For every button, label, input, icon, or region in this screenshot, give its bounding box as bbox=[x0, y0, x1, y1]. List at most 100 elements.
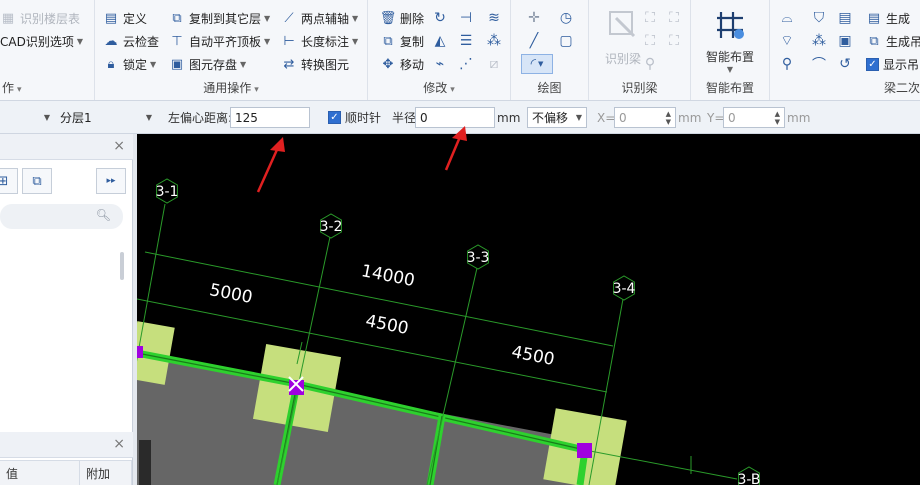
axis-bubble: 3-B bbox=[737, 466, 761, 485]
chevron-down-icon: ▼ bbox=[352, 13, 359, 23]
smart-layout-button[interactable]: 智能布置 ▼ bbox=[695, 4, 765, 78]
move-button[interactable]: ✥ 移动 bbox=[380, 54, 424, 74]
axis-bubble: 3-1 bbox=[156, 178, 179, 204]
break-icon[interactable]: ⌁ bbox=[429, 54, 451, 74]
cad-options-label: CAD识别选项 bbox=[0, 34, 74, 49]
identify-floor-table-button[interactable]: ▦ 识别楼层表 bbox=[0, 8, 80, 28]
dimension-button[interactable]: ⊢ 长度标注 ▼ bbox=[281, 31, 358, 51]
group-title-layer: 作 ▾ bbox=[2, 81, 22, 95]
clockwise-checkbox[interactable]: ✓ 顺时针 bbox=[328, 107, 381, 128]
axis-label: 3-B bbox=[737, 472, 760, 485]
copy-to-layer-button[interactable]: ⧉ 复制到其它层 ▼ bbox=[169, 8, 270, 28]
x-spinner[interactable]: 0 ▲ ▼ bbox=[614, 107, 676, 128]
y-spinner[interactable]: 0 ▲ ▼ bbox=[723, 107, 785, 128]
beam-span3-icon[interactable]: ⚲ bbox=[776, 54, 798, 74]
beam-attr6-icon[interactable]: ↺ bbox=[834, 54, 856, 74]
generate-hanger-label: 生成吊 bbox=[886, 34, 920, 49]
cloud-check-button[interactable]: ☁ 云检查 bbox=[103, 31, 160, 51]
arc-icon[interactable]: ◜ ▼ bbox=[521, 54, 553, 74]
trim-icon[interactable]: ⊣ bbox=[455, 8, 477, 28]
align-icon[interactable]: ☰ bbox=[455, 31, 477, 51]
rotate-icon[interactable]: ↻ bbox=[429, 8, 451, 28]
radius-input[interactable]: 0 bbox=[415, 107, 495, 128]
canvas-scroll-handle[interactable] bbox=[139, 440, 151, 485]
circle-icon[interactable]: ◷ bbox=[555, 8, 577, 28]
beam-check-icon[interactable]: ⛶ bbox=[639, 31, 661, 51]
beam-tag-icon[interactable]: ⚲ bbox=[639, 54, 661, 74]
chevron-down-icon: ▼ bbox=[76, 36, 83, 46]
convert-element-button[interactable]: ⇄ 转换图元 bbox=[281, 54, 349, 74]
beam-attr-icon[interactable]: ⛉ bbox=[808, 8, 830, 28]
axis-label: 3-1 bbox=[156, 184, 179, 200]
align-top-label: 自动平齐顶板 bbox=[189, 34, 262, 49]
move-label: 移动 bbox=[400, 57, 425, 72]
dimension-text: 4500 bbox=[364, 311, 410, 339]
beam-attr4-icon[interactable]: ▤ bbox=[834, 8, 856, 28]
drawing-canvas[interactable]: 3-1 3-2 3-3 3-4 3-B 14000 5000 4500 4500 bbox=[137, 134, 920, 485]
expand-panel-icon[interactable]: ▸▸ bbox=[96, 168, 126, 194]
cad-options-button[interactable]: CAD识别选项 ▼ bbox=[0, 31, 83, 51]
split-icon[interactable]: ⧄ bbox=[483, 54, 505, 74]
chevron-down-icon: ▼ bbox=[240, 59, 247, 69]
axis-label: 3-2 bbox=[320, 219, 343, 235]
aux-axis-icon: ⟋ bbox=[284, 10, 294, 26]
two-point-axis-button[interactable]: ⟋ 两点辅轴 ▼ bbox=[281, 8, 358, 28]
scrollbar[interactable] bbox=[120, 252, 124, 280]
beam-span2-icon[interactable]: ⌔ bbox=[776, 31, 798, 51]
lock-button[interactable]: 🔒︎ 锁定 ▼ bbox=[103, 54, 157, 74]
copy-button[interactable]: ⧉ 复制 bbox=[380, 31, 424, 51]
generate-hanger-button[interactable]: ⧉ 生成吊 bbox=[866, 31, 920, 51]
group-title-common: 通用操作 ▾ bbox=[203, 81, 259, 95]
save-element-button[interactable]: ▣ 图元存盘 ▼ bbox=[169, 54, 246, 74]
layer-select[interactable]: ▼ bbox=[0, 107, 54, 128]
rectangle-icon[interactable]: ▢ bbox=[555, 31, 577, 51]
offset-input[interactable]: 125 bbox=[230, 107, 310, 128]
beam-sync-icon[interactable]: ⛶ bbox=[663, 31, 685, 51]
copy-icon: ⧉ bbox=[383, 33, 393, 49]
recognize-beam-icon bbox=[604, 6, 642, 44]
left-panel: × ⊞ ⧉ ▸▸ 🔍︎ × 值 附加 bbox=[0, 134, 133, 485]
beam-link-icon[interactable]: ⛶ bbox=[663, 8, 685, 28]
group-title-beam2: 梁二次 bbox=[883, 81, 920, 95]
chevron-down-icon: ▼ bbox=[145, 113, 152, 122]
component-props-icon[interactable]: ⧉ bbox=[22, 168, 52, 194]
ribbon-group-common: ▤ 定义 ☁ 云检查 🔒︎ 锁定 ▼ ⧉ 复制到其它层 ▼ ⊤ 自动平齐顶板 ▼… bbox=[95, 0, 368, 100]
line-icon[interactable]: ╱ bbox=[523, 31, 545, 51]
search-input[interactable]: 🔍︎ bbox=[0, 204, 123, 229]
copy-layer-icon: ⧉ bbox=[172, 10, 182, 26]
close-icon[interactable]: × bbox=[113, 436, 125, 452]
define-button[interactable]: ▤ 定义 bbox=[103, 8, 147, 28]
generate-button[interactable]: ▤ 生成 bbox=[866, 8, 910, 28]
delete-label: 删除 bbox=[400, 11, 425, 26]
mirror-icon[interactable]: ◭ bbox=[429, 31, 451, 51]
merge-icon[interactable]: ⁂ bbox=[483, 31, 505, 51]
delete-button[interactable]: 🗑︎ 删除 bbox=[380, 8, 424, 28]
dimension-text: 4500 bbox=[510, 342, 556, 370]
beam-attr2-icon[interactable]: ⁂ bbox=[808, 31, 830, 51]
sublayer-select[interactable]: 分层1 ▼ bbox=[56, 107, 156, 128]
offset-icon[interactable]: ≋ bbox=[483, 8, 505, 28]
beam-edit-icon[interactable]: ⛶ bbox=[639, 8, 661, 28]
recognize-beam-label: 识别梁 bbox=[604, 52, 641, 66]
y-unit: mm bbox=[787, 110, 811, 125]
show-hanger-checkbox[interactable]: ✓ 显示吊 bbox=[866, 54, 919, 74]
checkbox-icon: ✓ bbox=[866, 57, 879, 71]
offset-mode-select[interactable]: 不偏移 ▼ bbox=[527, 107, 587, 128]
offset-mode-value: 不偏移 bbox=[532, 111, 569, 125]
extend-icon[interactable]: ⋰ bbox=[455, 54, 477, 74]
property-panel-header: × bbox=[0, 432, 133, 458]
beam-span-icon[interactable]: ⌓ bbox=[776, 8, 798, 28]
ribbon-group-draw: ✛ ◷ ╱ ▢ ◜ ▼ 绘图 bbox=[511, 0, 589, 100]
close-icon[interactable]: × bbox=[113, 138, 125, 154]
two-point-axis-label: 两点辅轴 bbox=[301, 11, 350, 26]
align-top-button[interactable]: ⊤ 自动平齐顶板 ▼ bbox=[169, 31, 270, 51]
ribbon-group-smart: 智能布置 ▼ 智能布置 bbox=[691, 0, 770, 100]
point-icon[interactable]: ✛ bbox=[523, 8, 545, 28]
chevron-down-icon: ▼ bbox=[575, 113, 582, 122]
new-component-icon[interactable]: ⊞ bbox=[0, 168, 18, 194]
define-label: 定义 bbox=[123, 11, 148, 26]
axis-bubble: 3-3 bbox=[467, 244, 490, 270]
axis-label: 3-3 bbox=[467, 250, 490, 266]
beam-attr5-icon[interactable]: ▣ bbox=[834, 31, 856, 51]
beam-attr3-icon[interactable]: ⌒ bbox=[808, 54, 830, 74]
